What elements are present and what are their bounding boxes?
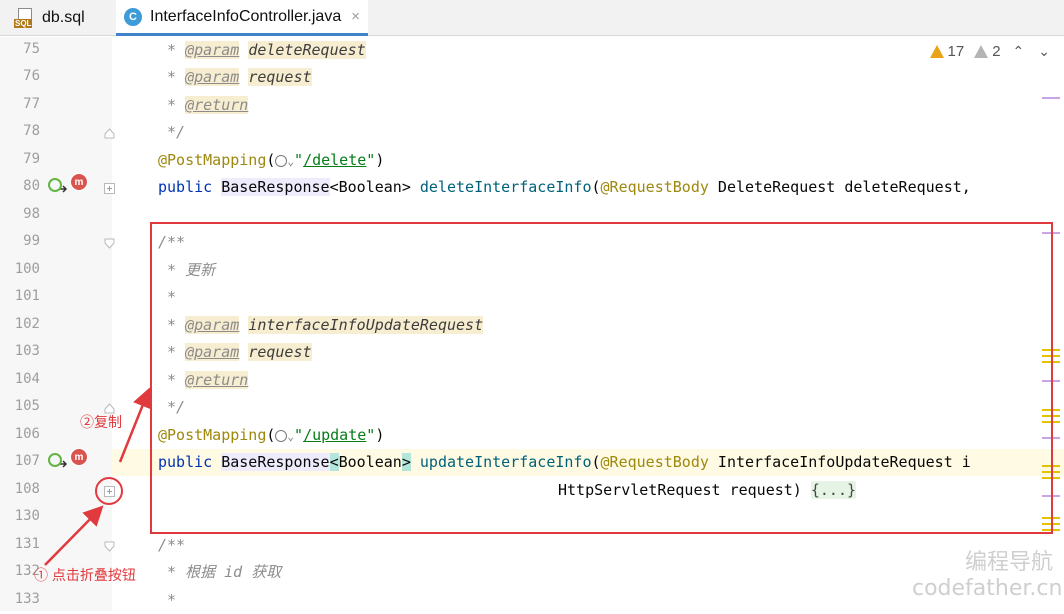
copy-annotation-label: ②复制 bbox=[80, 414, 122, 430]
arrow-to-fold-button bbox=[44, 505, 104, 566]
watermark-title: 编程导航 bbox=[965, 550, 1054, 575]
arrow-to-code-box bbox=[118, 387, 152, 463]
watermark-url: codefather.cn bbox=[912, 576, 1063, 601]
fold-annotation-label: ① 点击折叠按钮 bbox=[34, 567, 136, 583]
annotation-arrows bbox=[44, 387, 152, 566]
